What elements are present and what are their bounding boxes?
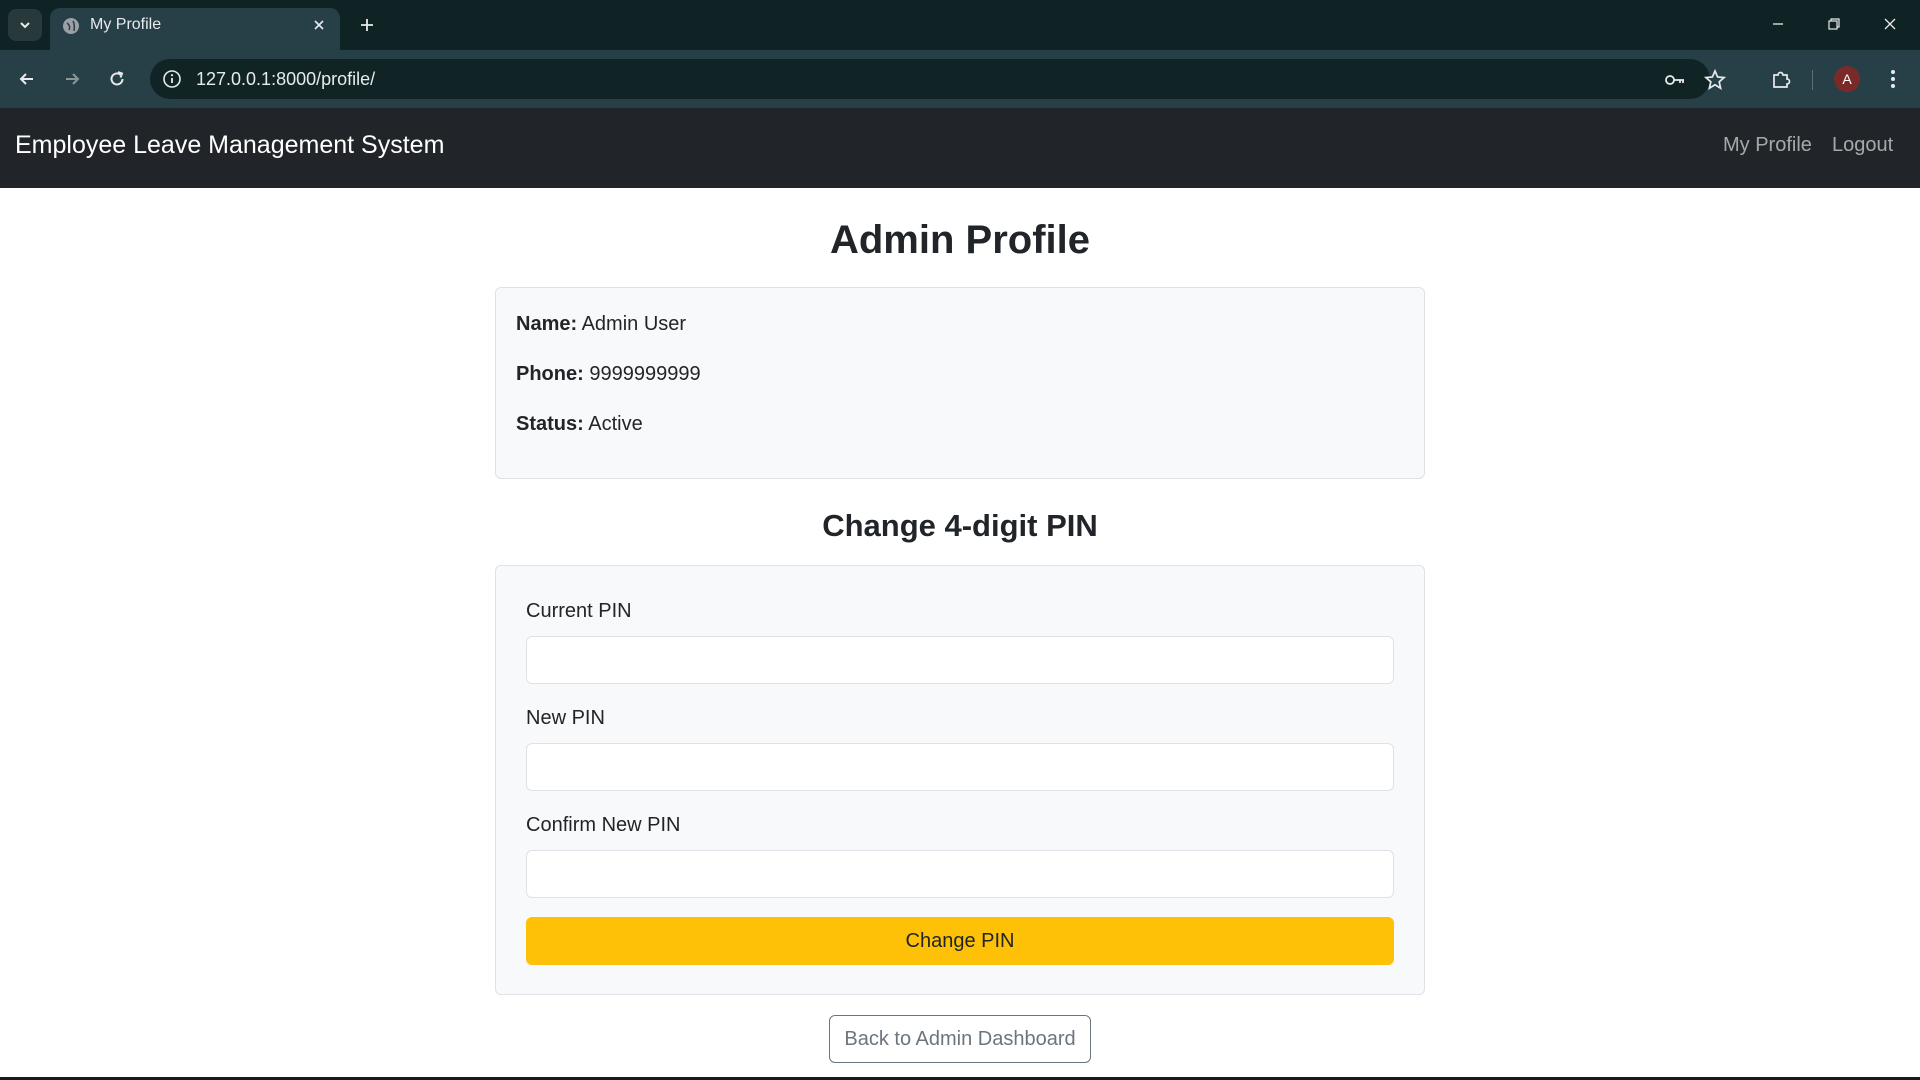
- nav-link-logout[interactable]: Logout: [1832, 134, 1893, 157]
- chevron-down-icon: [20, 22, 30, 29]
- toolbar-separator: [1812, 70, 1813, 90]
- confirm-pin-input[interactable]: [526, 850, 1394, 898]
- new-pin-input[interactable]: [526, 743, 1394, 791]
- nav-link-my-profile[interactable]: My Profile: [1723, 134, 1812, 157]
- restore-icon: [1828, 18, 1840, 30]
- url-text: 127.0.0.1:8000/profile/: [196, 69, 376, 89]
- back-to-dashboard-button[interactable]: Back to Admin Dashboard: [829, 1015, 1091, 1063]
- tab-search-button[interactable]: [8, 9, 42, 41]
- forward-nav-button[interactable]: [56, 63, 88, 95]
- status-label: Status:: [516, 413, 584, 435]
- phone-value: 9999999999: [589, 363, 701, 385]
- address-bar[interactable]: 127.0.0.1:8000/profile/: [150, 59, 1726, 99]
- app-navbar: Employee Leave Management System My Prof…: [0, 108, 1920, 188]
- profile-name-row: Name: Admin User: [516, 313, 686, 336]
- page-title: Admin Profile: [829, 218, 1091, 262]
- change-pin-button[interactable]: Change PIN: [526, 917, 1394, 965]
- current-pin-input[interactable]: [526, 636, 1394, 684]
- minimize-icon: [1773, 23, 1783, 25]
- browser-tab[interactable]: My Profile: [50, 8, 340, 50]
- profile-avatar[interactable]: A: [1834, 66, 1860, 92]
- arrow-left-icon: [19, 73, 33, 85]
- name-label: Name:: [516, 313, 578, 335]
- phone-label: Phone:: [516, 363, 584, 385]
- close-window-button[interactable]: [1868, 6, 1912, 42]
- plus-icon: [361, 19, 373, 31]
- browser-tab-strip: My Profile: [0, 0, 1920, 50]
- password-key-button[interactable]: [1662, 67, 1688, 93]
- restore-button[interactable]: [1812, 6, 1856, 42]
- extensions-button[interactable]: [1766, 64, 1796, 94]
- status-value: Active: [588, 413, 643, 435]
- close-icon: [314, 20, 324, 30]
- key-icon: [1665, 75, 1684, 85]
- minimize-button[interactable]: [1756, 6, 1800, 42]
- profile-status-row: Status: Active: [516, 413, 643, 436]
- tab-title: My Profile: [90, 16, 162, 33]
- change-pin-form: Current PIN New PIN Confirm New PIN Chan…: [495, 565, 1425, 995]
- profile-phone-row: Phone: 9999999999: [516, 363, 701, 386]
- tab-close-button[interactable]: [308, 14, 330, 36]
- change-pin-title: Change 4-digit PIN: [822, 508, 1098, 543]
- current-pin-label: Current PIN: [526, 600, 632, 622]
- new-tab-button[interactable]: [352, 10, 382, 40]
- reload-icon: [110, 71, 124, 86]
- back-nav-button[interactable]: [11, 63, 43, 95]
- bookmark-button[interactable]: [1702, 67, 1728, 93]
- name-value: Admin User: [581, 313, 687, 335]
- site-info-button[interactable]: [160, 67, 184, 91]
- new-pin-label: New PIN: [526, 707, 605, 729]
- browser-toolbar: 127.0.0.1:8000/profile/: [0, 50, 1920, 108]
- kebab-menu-icon: [1891, 70, 1895, 88]
- arrow-right-icon: [66, 73, 80, 85]
- browser-menu-button[interactable]: [1878, 64, 1908, 94]
- star-icon: [1704, 69, 1726, 90]
- navbar-brand[interactable]: Employee Leave Management System: [15, 131, 444, 160]
- puzzle-icon: [1773, 71, 1791, 88]
- confirm-pin-label: Confirm New PIN: [526, 814, 681, 836]
- globe-icon: [63, 18, 79, 34]
- reload-button[interactable]: [101, 63, 133, 95]
- close-icon: [1884, 18, 1896, 30]
- profile-info-card: Name: Admin User Phone: 9999999999 Statu…: [495, 287, 1425, 479]
- info-icon: [163, 70, 181, 88]
